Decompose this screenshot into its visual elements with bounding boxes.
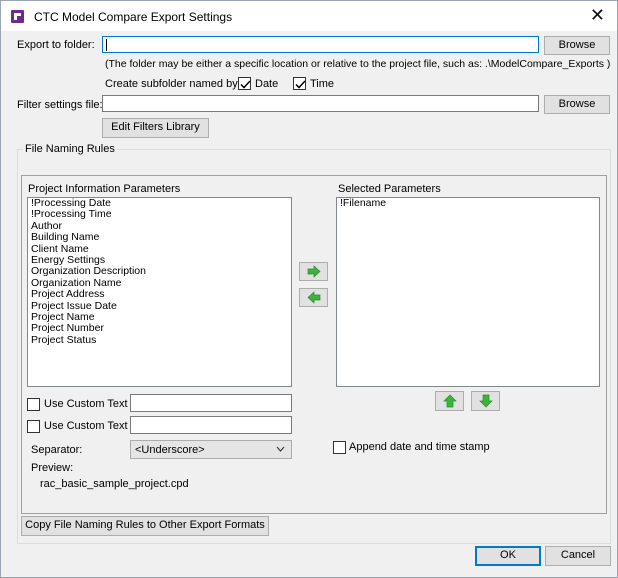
edit-filters-library-button[interactable]: Edit Filters Library xyxy=(102,118,209,138)
ok-button[interactable]: OK xyxy=(475,546,541,566)
arrow-up-icon xyxy=(443,394,457,408)
list-item[interactable]: Project Address xyxy=(28,288,291,300)
text-caret xyxy=(106,39,107,51)
list-item[interactable]: Building Name xyxy=(28,231,291,243)
export-folder-label: Export to folder: xyxy=(17,39,95,51)
close-icon[interactable]: ✕ xyxy=(590,5,605,25)
dialog-window: CTC Model Compare Export Settings ✕ Expo… xyxy=(0,0,618,578)
export-browse-button[interactable]: Browse xyxy=(544,36,610,55)
append-timestamp-label: Append date and time stamp xyxy=(349,441,490,453)
date-checkbox[interactable] xyxy=(238,77,251,90)
arrow-down-icon xyxy=(479,394,493,408)
checkmark-icon xyxy=(240,80,251,89)
time-label: Time xyxy=(310,78,335,90)
subfolder-label: Create subfolder named by: xyxy=(105,78,241,90)
append-timestamp-checkbox[interactable] xyxy=(333,441,346,454)
list-item[interactable]: Project Number xyxy=(28,322,291,334)
date-label: Date xyxy=(255,78,279,90)
filter-settings-label: Filter settings file: xyxy=(17,99,103,111)
title-bar: CTC Model Compare Export Settings ✕ xyxy=(1,1,617,31)
arrow-right-icon xyxy=(307,265,321,278)
custom-text-1-input[interactable] xyxy=(130,394,292,412)
app-icon xyxy=(11,10,24,23)
custom-text-2-input[interactable] xyxy=(130,416,292,434)
export-folder-hint: (The folder may be either a specific loc… xyxy=(105,58,611,70)
preview-label: Preview: xyxy=(31,462,74,474)
project-params-label: Project Information Parameters xyxy=(28,183,181,195)
chevron-down-icon xyxy=(276,446,285,452)
custom-text-1-label: Use Custom Text 1 xyxy=(44,398,137,410)
cancel-button[interactable]: Cancel xyxy=(545,546,611,566)
checkmark-icon xyxy=(295,80,306,89)
list-item[interactable]: !Processing Time xyxy=(28,208,291,220)
custom-text-2-label: Use Custom Text 2 xyxy=(44,420,137,432)
export-folder-input[interactable] xyxy=(102,36,539,53)
separator-dropdown[interactable]: <Underscore> xyxy=(130,440,292,459)
window-title: CTC Model Compare Export Settings xyxy=(34,10,233,24)
remove-parameter-button[interactable] xyxy=(299,288,328,307)
arrow-left-icon xyxy=(307,291,321,304)
project-params-list[interactable]: !Processing Date !Processing Time Author Bu… xyxy=(27,197,292,387)
list-item[interactable]: !Filename xyxy=(337,198,599,209)
selected-params-list[interactable]: !Filename xyxy=(336,197,600,387)
preview-value: rac_basic_sample_project.cpd xyxy=(40,478,189,490)
custom-text-1-checkbox[interactable] xyxy=(27,398,40,411)
filter-browse-button[interactable]: Browse xyxy=(544,95,610,114)
move-up-button[interactable] xyxy=(435,391,464,411)
copy-naming-rules-button[interactable]: Copy File Naming Rules to Other Export F… xyxy=(21,516,269,536)
separator-value: <Underscore> xyxy=(135,444,205,456)
file-naming-rules-title: File Naming Rules xyxy=(23,143,117,155)
separator-label: Separator: xyxy=(31,444,83,456)
add-parameter-button[interactable] xyxy=(299,262,328,281)
move-down-button[interactable] xyxy=(471,391,500,411)
selected-params-label: Selected Parameters xyxy=(338,183,441,195)
filter-settings-input[interactable] xyxy=(102,95,539,112)
list-item[interactable]: Project Status xyxy=(28,334,291,346)
time-checkbox[interactable] xyxy=(293,77,306,90)
custom-text-2-checkbox[interactable] xyxy=(27,420,40,433)
